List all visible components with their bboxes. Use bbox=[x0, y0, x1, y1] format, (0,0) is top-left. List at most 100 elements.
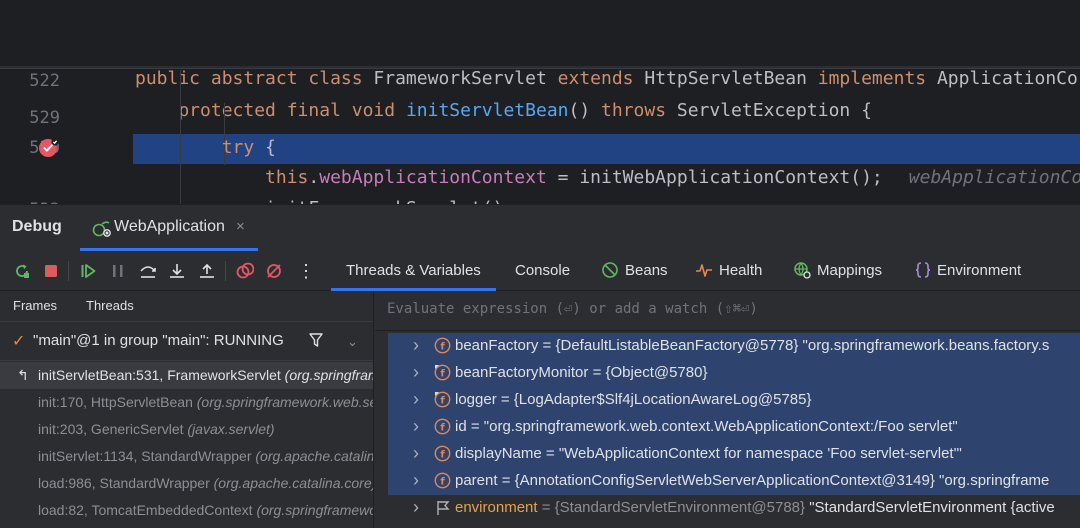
variable-name: logger bbox=[455, 391, 497, 408]
variable-text: logger = {LogAdapter$Slf4jLocationAwareL… bbox=[455, 386, 811, 413]
variable-row[interactable]: › f displayName = "WebApplicationContext f… bbox=[375, 440, 1080, 467]
variable-row[interactable]: › f parent = {AnnotationConfigServletWebSe… bbox=[375, 467, 1080, 494]
rerun-icon[interactable] bbox=[13, 262, 31, 280]
variable-row[interactable]: › f logger = {LogAdapter$Slf4jLocationAwar… bbox=[375, 386, 1080, 413]
variable-row[interactable]: › f id = "org.springframework.web.context.… bbox=[375, 413, 1080, 440]
stack-frame[interactable]: load:82, TomcatEmbeddedContext (org.spri… bbox=[0, 497, 373, 524]
field-final-icon: f bbox=[434, 391, 451, 408]
frames-panel: Frames Threads ✓ "main"@1 in group "main… bbox=[0, 291, 374, 528]
evaluate-expression-input[interactable]: Evaluate expression (⏎) or add a watch (… bbox=[387, 301, 758, 317]
variable-value: = "org.springframework.web.context.WebAp… bbox=[466, 418, 958, 435]
stack-frame[interactable]: init:170, HttpServletBean (org.springfra… bbox=[0, 389, 373, 416]
frame-package: (org.apache.catalina.core) bbox=[213, 475, 374, 491]
variable-value: "StandardServletEnvironment {active bbox=[805, 499, 1055, 516]
variable-row[interactable]: › f beanFactoryMonitor = {Object@5780} bbox=[375, 359, 1080, 386]
stack-frame[interactable]: load:986, StandardWrapper (org.apache.ca… bbox=[0, 470, 374, 497]
svg-text:f: f bbox=[440, 422, 445, 433]
variable-name: parent bbox=[455, 472, 498, 489]
stop-icon[interactable] bbox=[42, 262, 60, 280]
variable-row-environment[interactable]: › environment = {StandardServletEnvironme… bbox=[375, 494, 1080, 521]
thread-label: "main"@1 in group "main": RUNNING bbox=[33, 332, 284, 349]
variable-text: id = "org.springframework.web.context.We… bbox=[455, 413, 958, 440]
step-out-icon[interactable] bbox=[198, 262, 216, 280]
chevron-right-icon[interactable]: › bbox=[413, 494, 419, 521]
field-f-icon: f bbox=[434, 472, 451, 489]
mute-breakpoints-icon[interactable] bbox=[265, 262, 283, 280]
close-icon[interactable]: × bbox=[236, 218, 245, 235]
view-breakpoints-icon[interactable] bbox=[236, 262, 254, 280]
session-tab-label: WebApplication bbox=[114, 218, 225, 235]
debug-tool-window: Debug WebApplication × ⋮ Threads & Varia… bbox=[0, 204, 1080, 528]
line-number: 532 bbox=[0, 195, 60, 204]
svg-text:f: f bbox=[440, 341, 445, 352]
chevron-right-icon[interactable]: › bbox=[413, 440, 419, 467]
svg-text:f: f bbox=[440, 476, 445, 487]
stack-frame[interactable]: init:203, GenericServlet (javax.servlet) bbox=[0, 416, 373, 443]
chevron-down-icon[interactable]: ⌄ bbox=[347, 334, 358, 350]
variable-text: beanFactoryMonitor = {Object@5780} bbox=[455, 359, 707, 386]
tab-threads[interactable]: Threads bbox=[86, 298, 134, 313]
tab-frames[interactable]: Frames bbox=[13, 298, 57, 313]
tab-label: Environment bbox=[937, 262, 1022, 279]
chevron-right-icon[interactable]: › bbox=[413, 413, 419, 440]
filter-icon[interactable] bbox=[308, 332, 324, 348]
debug-toolbar: ⋮ Threads & Variables Console Beans Heal… bbox=[0, 251, 1080, 291]
tab-console[interactable]: Console bbox=[515, 251, 570, 291]
tab-label: Threads & Variables bbox=[346, 262, 481, 279]
frame-method: initServletBean:531, FrameworkServlet bbox=[38, 367, 285, 383]
code-text: initFrameworkServlet(); bbox=[135, 194, 514, 204]
chevron-right-icon[interactable]: › bbox=[413, 359, 419, 386]
stack-frame[interactable]: ↰ initServletBean:531, FrameworkServlet (… bbox=[0, 362, 373, 389]
tab-webapplication-session[interactable]: WebApplication × bbox=[80, 205, 260, 251]
tab-label: Mappings bbox=[817, 262, 883, 279]
tab-label: Beans bbox=[625, 262, 668, 279]
frame-package: (org.springframework.web.servlet) bbox=[284, 367, 373, 383]
step-over-icon[interactable] bbox=[139, 262, 157, 280]
chevron-right-icon[interactable]: › bbox=[413, 386, 419, 413]
tab-health[interactable]: Health bbox=[695, 251, 762, 291]
variable-text: displayName = "WebApplicationContext for… bbox=[455, 440, 962, 467]
flag-icon bbox=[437, 501, 450, 515]
frame-package: (org.springframework.boot) bbox=[256, 502, 373, 518]
svg-text:f: f bbox=[440, 449, 445, 460]
toolbar-separator bbox=[225, 261, 226, 281]
tab-label: Health bbox=[719, 262, 763, 279]
svg-text:f: f bbox=[440, 368, 445, 379]
chevron-right-icon[interactable]: › bbox=[413, 332, 419, 359]
code-line-532[interactable]: 532 } bbox=[0, 165, 1080, 204]
code-line-531-current[interactable]: initFrameworkServlet(); bbox=[0, 134, 1080, 204]
code-editor[interactable]: 143 public abstract class FrameworkServl… bbox=[0, 0, 1080, 204]
code-line-529[interactable]: 529 try { bbox=[0, 73, 1080, 158]
stack-frame[interactable]: initServlet:1134, StandardWrapper (org.a… bbox=[0, 443, 374, 470]
tab-threads-variables[interactable]: Threads & Variables bbox=[331, 251, 496, 291]
more-actions-icon[interactable]: ⋮ bbox=[297, 251, 315, 291]
variable-text: parent = {AnnotationConfigServletWebServ… bbox=[455, 467, 1049, 494]
breakpoint-icon[interactable] bbox=[38, 137, 60, 159]
tab-environment[interactable]: Environment bbox=[915, 251, 1021, 291]
step-into-icon[interactable] bbox=[168, 262, 186, 280]
chevron-right-icon[interactable]: › bbox=[413, 467, 419, 494]
variables-panel: Evaluate expression (⏎) or add a watch (… bbox=[375, 291, 1080, 528]
frame-method: initServlet:1134, StandardWrapper bbox=[38, 448, 256, 464]
evaluate-expression-bar[interactable]: Evaluate expression (⏎) or add a watch (… bbox=[375, 291, 1080, 331]
pause-icon[interactable] bbox=[109, 262, 127, 280]
variable-row[interactable]: › f beanFactory = {DefaultListableBeanFact… bbox=[375, 332, 1080, 359]
debug-title: Debug bbox=[12, 218, 62, 235]
field-f-icon: f bbox=[434, 337, 451, 354]
field-final-icon: f bbox=[434, 364, 451, 381]
frames-tabs: Frames Threads bbox=[0, 291, 373, 321]
frame-package: (org.apache.catalina.core) bbox=[255, 448, 374, 464]
resume-icon[interactable] bbox=[79, 262, 97, 280]
code-line-530[interactable]: 530 this.webApplicationContext = initWeb… bbox=[0, 103, 1080, 188]
frame-package: (javax.servlet) bbox=[187, 421, 275, 437]
thread-selector[interactable]: ✓ "main"@1 in group "main": RUNNING ⌄ bbox=[0, 321, 373, 361]
variable-value: = "WebApplicationContext for namespace '… bbox=[541, 445, 962, 462]
frame-method: init:203, GenericServlet bbox=[38, 421, 188, 437]
sticky-line-class[interactable]: 143 public abstract class FrameworkServl… bbox=[0, 0, 1080, 89]
variable-value: = {DefaultListableBeanFactory@5778} "org… bbox=[538, 337, 1050, 354]
variable-type: = {StandardServletEnvironment@5788} bbox=[537, 499, 806, 516]
tab-mappings[interactable]: Mappings bbox=[793, 251, 882, 291]
sticky-line-method[interactable]: 522 protected final void initServletBean… bbox=[0, 36, 1080, 121]
tab-beans[interactable]: Beans bbox=[601, 251, 668, 291]
return-arrow-icon: ↰ bbox=[17, 367, 29, 383]
